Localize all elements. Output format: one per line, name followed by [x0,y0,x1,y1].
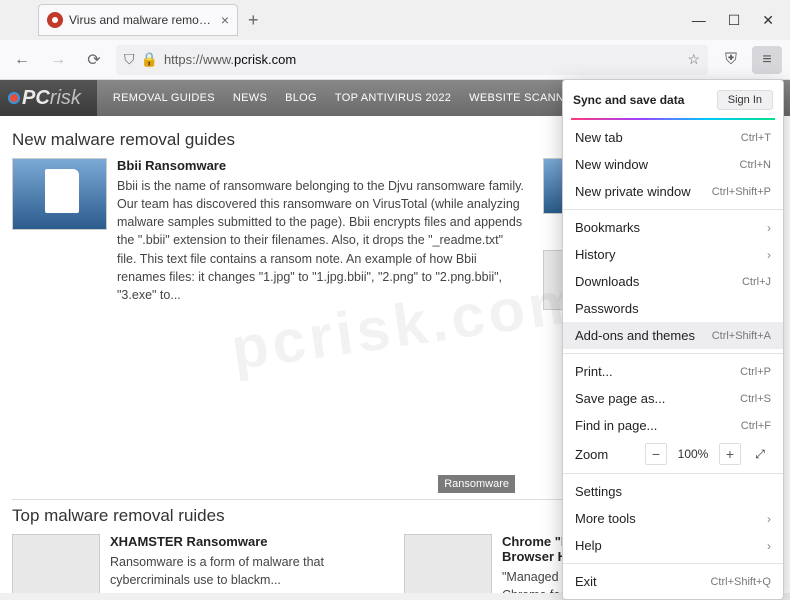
menu-item-save-page-as[interactable]: Save page as... Ctrl+S [563,385,783,412]
browser-tab[interactable]: Virus and malware removal ins × [38,4,238,36]
close-window-button[interactable]: ✕ [762,12,774,29]
menu-label: Settings [575,484,622,499]
menu-label: New tab [575,130,623,145]
menu-item-new-tab[interactable]: New tab Ctrl+T [563,124,783,151]
menu-label: History [575,247,615,262]
nav-item[interactable]: TOP ANTIVIRUS 2022 [335,92,451,104]
menu-item-zoom: Zoom − 100% + ⤢ [563,439,783,469]
menu-label: Downloads [575,274,639,289]
menu-item-bookmarks[interactable]: Bookmarks › [563,214,783,241]
site-favicon [47,12,63,28]
nav-item[interactable]: NEWS [233,92,267,104]
menu-item-settings[interactable]: Settings [563,478,783,505]
toolbar: ← → ⟳ ⛉ 🔒 https://www.pcrisk.com ☆ ⛨ ≡ [0,40,790,80]
article-text: Bbii is the name of ransomware belonging… [117,177,525,304]
menu-label: Exit [575,574,597,589]
menu-label: Help [575,538,602,553]
article-text: Ransomware is a form of malware that cyb… [110,553,386,589]
menu-item-exit[interactable]: Exit Ctrl+Shift+Q [563,568,783,595]
chevron-right-icon: › [767,221,771,235]
url-text: https://www.pcrisk.com [164,52,296,67]
titlebar: Virus and malware removal ins × + — ☐ ✕ [0,0,790,40]
reload-button[interactable]: ⟳ [80,46,108,74]
menu-item-help[interactable]: Help › [563,532,783,559]
menu-shortcut: Ctrl+F [741,420,771,432]
maximize-button[interactable]: ☐ [728,12,741,29]
menu-item-passwords[interactable]: Passwords [563,295,783,322]
bookmark-star-icon[interactable]: ☆ [687,51,700,68]
new-tab-button[interactable]: + [248,10,259,31]
zoom-in-button[interactable]: + [719,443,741,465]
menu-shortcut: Ctrl+Shift+P [712,186,771,198]
menu-label: New window [575,157,648,172]
article-title[interactable]: Bbii Ransomware [117,158,525,173]
article-thumb[interactable] [12,534,100,594]
menu-shortcut: Ctrl+Shift+Q [710,576,771,588]
lock-icon: 🔒 [141,51,158,68]
menu-item-new-private-window[interactable]: New private window Ctrl+Shift+P [563,178,783,205]
nav-item[interactable]: BLOG [285,92,317,104]
article-title[interactable]: XHAMSTER Ransomware [110,534,386,549]
zoom-value: 100% [675,447,711,461]
fullscreen-button[interactable]: ⤢ [749,443,771,465]
app-menu-button[interactable]: ≡ [752,46,782,74]
menu-shortcut: Ctrl+T [741,132,771,144]
shield-icon: ⛉ [124,51,135,68]
menu-shortcut: Ctrl+N [740,159,771,171]
forward-button[interactable]: → [44,46,72,74]
app-menu: Sync and save data Sign In New tab Ctrl+T… [562,79,784,600]
logo-icon [8,92,20,104]
site-logo[interactable]: PCrisk [8,87,81,110]
menu-item-downloads[interactable]: Downloads Ctrl+J [563,268,783,295]
menu-label: Add-ons and themes [575,328,695,343]
chevron-right-icon: › [767,512,771,526]
menu-label: More tools [575,511,636,526]
menu-item-new-window[interactable]: New window Ctrl+N [563,151,783,178]
close-tab-icon[interactable]: × [221,12,229,28]
menu-separator [563,209,783,210]
chevron-right-icon: › [767,539,771,553]
menu-shortcut: Ctrl+S [740,393,771,405]
article-thumb[interactable] [12,158,107,230]
minimize-button[interactable]: — [692,12,706,29]
zoom-label: Zoom [575,447,637,462]
menu-separator [563,473,783,474]
menu-separator [563,563,783,564]
category-badge: Ransomware [438,475,515,493]
menu-label: Find in page... [575,418,657,433]
menu-label: Print... [575,364,613,379]
menu-item-more-tools[interactable]: More tools › [563,505,783,532]
address-bar[interactable]: ⛉ 🔒 https://www.pcrisk.com ☆ [116,45,708,75]
zoom-out-button[interactable]: − [645,443,667,465]
menu-separator [563,353,783,354]
tab-title: Virus and malware removal ins [69,13,215,27]
accent-divider [571,118,775,120]
pocket-icon[interactable]: ⛨ [716,46,746,74]
sign-in-button[interactable]: Sign In [717,90,773,110]
menu-label: New private window [575,184,691,199]
menu-shortcut: Ctrl+Shift+A [712,330,771,342]
article-thumb[interactable] [404,534,492,594]
menu-item-find-in-page[interactable]: Find in page... Ctrl+F [563,412,783,439]
menu-heading: Sync and save data [573,93,684,107]
menu-item-add-ons-and-themes[interactable]: Add-ons and themes Ctrl+Shift+A [563,322,783,349]
menu-label: Passwords [575,301,639,316]
back-button[interactable]: ← [8,46,36,74]
chevron-right-icon: › [767,248,771,262]
menu-shortcut: Ctrl+J [742,276,771,288]
menu-shortcut: Ctrl+P [740,366,771,378]
menu-label: Bookmarks [575,220,640,235]
menu-item-history[interactable]: History › [563,241,783,268]
menu-label: Save page as... [575,391,665,406]
menu-item-print[interactable]: Print... Ctrl+P [563,358,783,385]
nav-item[interactable]: REMOVAL GUIDES [113,92,215,104]
